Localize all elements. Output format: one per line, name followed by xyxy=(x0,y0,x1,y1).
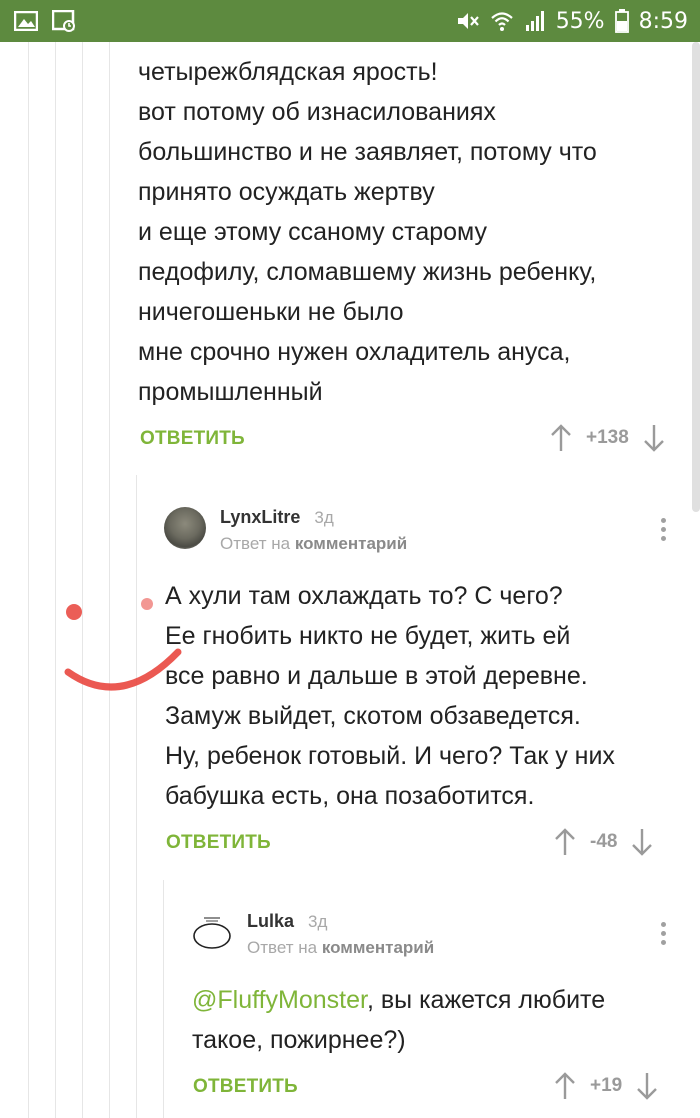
battery-icon xyxy=(614,9,629,33)
downvote-arrow-icon[interactable] xyxy=(641,423,667,453)
mention-link[interactable]: @FluffyMonster xyxy=(192,986,367,1014)
mute-icon xyxy=(457,13,479,29)
username[interactable]: LynxLitre xyxy=(220,507,300,528)
vote-controls: +138 xyxy=(548,423,667,453)
thread-line xyxy=(28,42,29,1118)
thread-line xyxy=(136,475,137,1118)
comment-score: +19 xyxy=(590,1075,623,1096)
drawn-smile-annotation xyxy=(64,598,182,691)
thread-line xyxy=(82,42,83,1118)
more-options-icon[interactable] xyxy=(661,922,667,945)
comment-line: большинство и не заявляет, потому что xyxy=(138,138,597,166)
comment-body: четырежблядская ярость! вот потому об из… xyxy=(138,52,597,412)
reply-button[interactable]: ОТВЕТИТЬ xyxy=(166,832,271,854)
thread-line xyxy=(109,42,110,1118)
comment-line: педофилу, сломавшему жизнь ребенку, xyxy=(138,258,597,286)
username[interactable]: Lulka xyxy=(247,911,294,932)
comment-line: такое, пожирнее?) xyxy=(192,1026,406,1054)
comment-score: -48 xyxy=(590,831,618,852)
comment-header: LynxLitre 3д Ответ на комментарий xyxy=(164,507,407,554)
comment-line: @FluffyMonster, вы кажется любите xyxy=(192,986,606,1014)
image-icon xyxy=(14,11,38,31)
thread-line xyxy=(55,42,56,1118)
comment-line: ничегошеньки не было xyxy=(138,298,404,326)
avatar[interactable] xyxy=(164,507,206,549)
downvote-arrow-icon[interactable] xyxy=(634,1071,660,1101)
reply-to: Ответ на комментарий xyxy=(247,938,435,957)
signal-icon xyxy=(525,11,544,31)
reply-button[interactable]: ОТВЕТИТЬ xyxy=(193,1076,298,1098)
comment-line: вот потому об изнасилованиях xyxy=(138,98,496,126)
timestamp: 3д xyxy=(314,508,334,527)
comment-line: четырежблядская ярость! xyxy=(138,58,438,86)
downvote-arrow-icon[interactable] xyxy=(629,827,655,857)
comment-line: промышленный xyxy=(138,378,323,406)
more-options-icon[interactable] xyxy=(661,518,667,541)
comment-line: принято осуждать жертву xyxy=(138,178,435,206)
wifi-icon xyxy=(490,12,513,31)
comment-header: Lulka 3д Ответ на комментарий xyxy=(191,911,434,958)
reply-to-link[interactable]: комментарий xyxy=(322,938,434,957)
comment-line: бабушка есть, она позаботится. xyxy=(165,782,535,810)
comment-score: +138 xyxy=(586,427,629,448)
reply-button[interactable]: ОТВЕТИТЬ xyxy=(140,428,245,450)
clock: 8:59 xyxy=(638,8,688,34)
comment-line: мне срочно нужен охладитель ануса, xyxy=(138,338,571,366)
reply-to-link[interactable]: комментарий xyxy=(295,534,407,553)
thread-line xyxy=(163,880,164,1118)
comment-body: @FluffyMonster, вы кажется любите такое,… xyxy=(192,980,605,1060)
vote-controls: +19 xyxy=(552,1071,660,1101)
gallery-icon xyxy=(52,10,75,32)
reply-to: Ответ на комментарий xyxy=(220,534,408,553)
battery-percent: 55% xyxy=(555,8,605,34)
upvote-arrow-icon[interactable] xyxy=(548,423,574,453)
comment-line: и еще этому ссаному старому xyxy=(138,218,488,246)
vote-controls: -48 xyxy=(552,827,655,857)
upvote-arrow-icon[interactable] xyxy=(552,1071,578,1101)
avatar[interactable] xyxy=(191,911,233,953)
timestamp: 3д xyxy=(308,912,328,931)
scrollbar[interactable] xyxy=(692,42,700,512)
comment-line: Ну, ребенок готовый. И чего? Так у них xyxy=(165,742,615,770)
status-bar: 55% 8:59 xyxy=(0,0,700,42)
upvote-arrow-icon[interactable] xyxy=(552,827,578,857)
